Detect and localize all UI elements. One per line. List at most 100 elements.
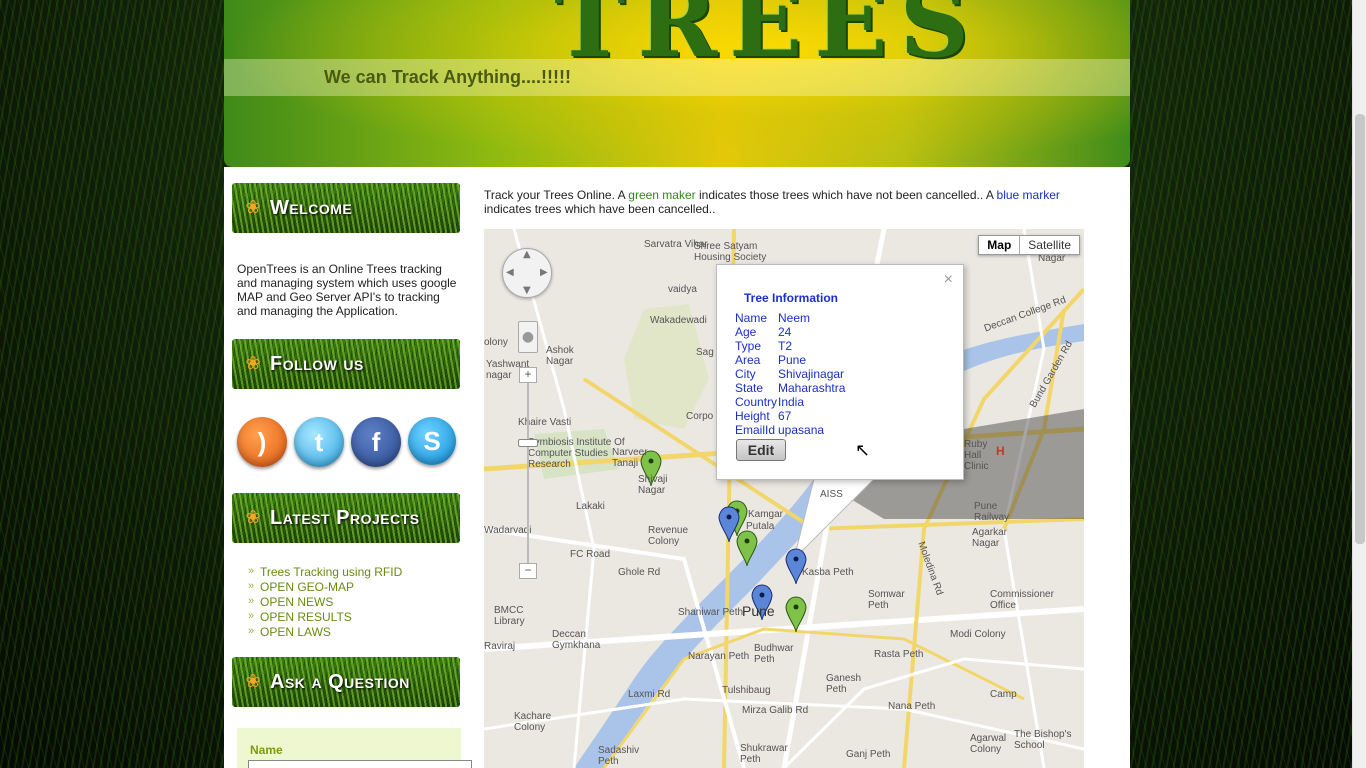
map-label: Ganj Peth (846, 749, 891, 760)
project-link[interactable]: OPEN NEWS (248, 594, 402, 610)
site-tagline: We can Track Anything....!!!!! (324, 67, 572, 87)
butterfly-icon: ❀ (245, 507, 261, 528)
ask-heading: ❀ Ask a Question (232, 657, 460, 707)
info-key: Age (735, 325, 757, 339)
pan-down-icon[interactable]: ▼ (523, 285, 531, 296)
map-label: Shree Satyam Housing Society (694, 241, 767, 263)
info-value: India (778, 395, 805, 409)
road (512, 229, 596, 768)
pan-up-icon[interactable]: ▲ (523, 249, 531, 260)
map-label: AISS (820, 489, 843, 500)
map-label: Sag (696, 347, 714, 358)
map-type-satellite-button[interactable]: Satellite (1020, 236, 1079, 254)
map-label: Shivaji Nagar (638, 474, 668, 496)
pan-control[interactable]: ▲ ▼ ◀ ▶ (502, 248, 552, 298)
map-label: vaidya (668, 284, 697, 295)
welcome-text: OpenTrees is an Online Trees tracking an… (237, 262, 457, 318)
info-value: Neem (778, 311, 811, 325)
project-link[interactable]: Trees Tracking using RFID (248, 564, 402, 580)
info-key: Type (735, 339, 762, 353)
scrollbar-thumb[interactable] (1355, 114, 1365, 544)
zoom-out-button[interactable]: − (519, 563, 537, 579)
butterfly-icon: ❀ (245, 671, 261, 692)
map-label: Nana Peth (888, 701, 936, 712)
info-key: Country (735, 395, 778, 409)
map-label: Ghole Rd (618, 567, 661, 578)
follow-title: Follow us (270, 353, 364, 375)
project-link[interactable]: OPEN LAWS (248, 624, 402, 640)
city-label: Pune (742, 603, 775, 619)
tree-marker-blue[interactable] (718, 506, 740, 543)
map-type-map-button[interactable]: Map (979, 236, 1021, 254)
info-row: Age 24 (735, 325, 845, 339)
map-label: Camp (990, 689, 1017, 700)
info-value: 67 (778, 409, 792, 423)
projects-heading: ❀ Latest Projects (232, 493, 460, 543)
map-label: FC Road (570, 549, 611, 560)
skype-icon[interactable]: S (408, 417, 456, 465)
sidebar: ❀ Welcome OpenTrees is an Online Trees t… (224, 167, 472, 768)
map-label: The Bishop's School (1014, 729, 1072, 751)
page-scrollbar[interactable] (1352, 0, 1366, 768)
map-label: Tulshibaug (722, 685, 771, 696)
info-value: Shivajinagar (778, 367, 845, 381)
info-value: upasana (778, 423, 825, 437)
social-links: ) t f S (237, 417, 456, 467)
tree-map[interactable]: H Sarvatra Vihar Shree Satyam Housing So… (484, 229, 1084, 768)
info-row: Type T2 (735, 339, 845, 353)
info-key: Area (735, 353, 761, 367)
map-label: Lakaki (576, 501, 605, 512)
twitter-icon[interactable]: t (294, 417, 344, 467)
site-header: TREES We can Track Anything....!!!!! (224, 0, 1130, 167)
map-label: BMCC Library (494, 605, 525, 627)
name-field[interactable] (248, 760, 472, 768)
tagline-bar: We can Track Anything....!!!!! (224, 59, 1130, 96)
butterfly-icon: ❀ (245, 197, 261, 218)
green-marker-text: green maker (628, 188, 696, 202)
blue-marker-text: blue marker (996, 188, 1060, 202)
close-icon[interactable]: × (944, 271, 953, 289)
zoom-slider-thumb[interactable] (518, 439, 538, 447)
ask-title: Ask a Question (270, 671, 410, 693)
zoom-in-button[interactable]: + (519, 367, 537, 383)
mouse-cursor-icon: ↖ (855, 440, 871, 461)
facebook-icon[interactable]: f (351, 417, 401, 467)
map-label: Budhwar Peth (754, 643, 794, 665)
map-label: Ashok Nagar (546, 345, 574, 367)
follow-heading: ❀ Follow us (232, 339, 460, 389)
pan-left-icon[interactable]: ◀ (506, 267, 514, 278)
map-label: Sadashiv Peth (598, 745, 640, 767)
intro-text: Track your Trees Online. A green maker i… (484, 188, 1084, 216)
pegman-icon[interactable]: ● (518, 321, 538, 353)
pan-right-icon[interactable]: ▶ (540, 267, 548, 278)
map-label: Narveer Tanaji (612, 447, 648, 469)
map-label: Revenue Colony (648, 525, 689, 547)
map-label: Kasba Peth (802, 567, 854, 578)
info-row: State Maharashtra (735, 381, 845, 395)
info-row: Height 67 (735, 409, 845, 423)
map-label: Ganesh Peth (826, 673, 862, 695)
map-label: Putala (746, 521, 775, 532)
info-row: Name Neem (735, 311, 845, 325)
map-label: Shukrawar Peth (740, 743, 788, 765)
info-row: City Shivajinagar (735, 367, 845, 381)
info-row: EmailId upasana (735, 423, 845, 437)
map-label: olony (484, 337, 508, 348)
name-label: Name (250, 743, 283, 757)
projects-list: Trees Tracking using RFID OPEN GEO-MAP O… (248, 564, 402, 640)
project-link[interactable]: OPEN RESULTS (248, 609, 402, 625)
map-label: Raviraj (484, 641, 516, 652)
zoom-rail[interactable] (527, 373, 529, 571)
info-key: Name (735, 311, 768, 325)
map-label: Khaire Vasti (518, 417, 572, 428)
info-value: Maharashtra (778, 381, 846, 395)
info-row: Country India (735, 395, 845, 409)
rss-icon[interactable]: ) (237, 417, 287, 467)
map-label: Corpo (686, 411, 714, 422)
info-value: 24 (778, 325, 792, 339)
map-label: Narayan Peth (688, 651, 750, 662)
info-key: State (735, 381, 764, 395)
edit-button[interactable]: Edit (736, 439, 786, 461)
project-link[interactable]: OPEN GEO-MAP (248, 579, 402, 595)
map-label: Kachare Colony (514, 711, 552, 733)
